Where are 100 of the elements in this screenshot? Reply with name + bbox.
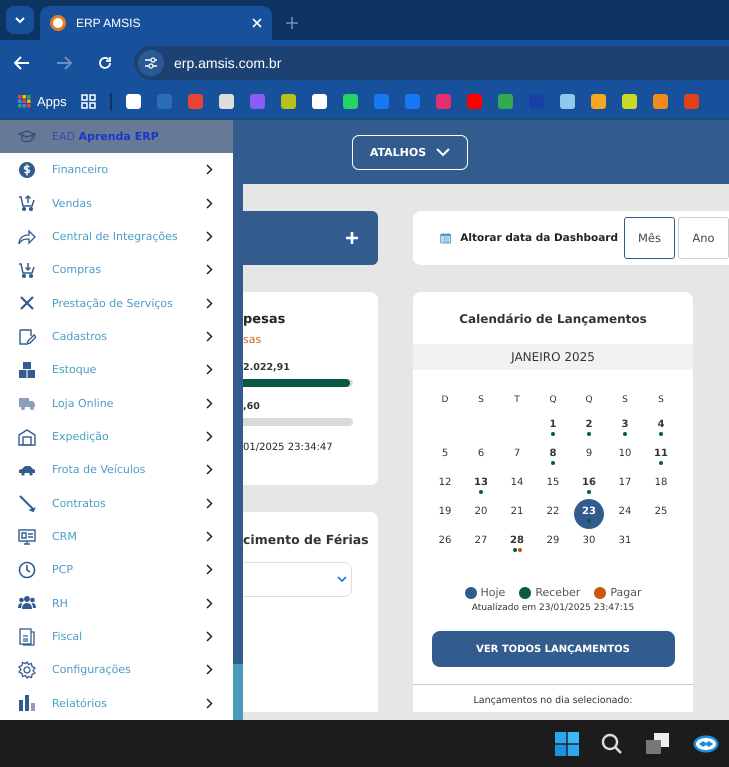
- back-icon[interactable]: [14, 56, 30, 70]
- weekday-label: Q: [548, 394, 558, 407]
- bookmark-icon[interactable]: [126, 94, 141, 109]
- calendar-day[interactable]: 21: [502, 499, 532, 529]
- close-icon[interactable]: [252, 18, 262, 28]
- address-bar[interactable]: erp.amsis.com.br: [134, 46, 729, 80]
- weekday-label: T: [513, 394, 521, 407]
- reload-icon[interactable]: [98, 56, 112, 70]
- apps-grid-icon: [18, 95, 31, 108]
- period-button[interactable]: Mês: [624, 217, 675, 259]
- bookmark-icon[interactable]: [280, 94, 296, 109]
- calendar-day[interactable]: 8: [538, 441, 568, 471]
- calendar-day[interactable]: 7: [502, 441, 532, 471]
- chevron-right-icon: [206, 364, 213, 376]
- calendar-day[interactable]: 14: [502, 470, 532, 500]
- calendar-day[interactable]: 17: [610, 470, 640, 500]
- windows-start-icon[interactable]: [555, 732, 579, 756]
- weekday-label: S: [621, 394, 629, 407]
- card-title: Calendário de Lançamentos: [459, 312, 647, 326]
- calendar-day[interactable]: 22: [538, 499, 568, 529]
- tab-groups-icon[interactable]: [80, 94, 96, 109]
- handshake-icon[interactable]: [693, 734, 719, 752]
- task-view-icon[interactable]: [645, 732, 671, 754]
- site-logo-icon: [50, 15, 66, 31]
- section-heading: Lançamentos no dia selecionado:: [413, 684, 693, 706]
- calendar-day[interactable]: 12: [430, 470, 460, 500]
- view-all-button[interactable]: VER TODOS LANÇAMENTOS: [432, 631, 674, 667]
- edit-icon: [18, 328, 36, 346]
- calendar-day[interactable]: 4: [646, 412, 676, 442]
- legend-label: Hoje: [480, 586, 506, 599]
- bookmark-icon[interactable]: [218, 94, 234, 109]
- calendar-day[interactable]: 19: [430, 499, 460, 529]
- legend-label: Pagar: [610, 586, 642, 599]
- calendar-day[interactable]: 1: [538, 412, 568, 442]
- forward-icon[interactable]: [56, 56, 72, 70]
- search-icon[interactable]: [601, 732, 623, 754]
- calendar-day[interactable]: 9: [574, 441, 604, 471]
- chevron-right-icon: [206, 264, 213, 276]
- bars-icon: [18, 694, 36, 712]
- site-settings-icon[interactable]: [138, 50, 164, 76]
- calendar-day[interactable]: 31: [610, 528, 640, 558]
- scrollbar-thumb[interactable]: [233, 664, 243, 720]
- amount-text: 2.022,91: [243, 362, 290, 373]
- weekday-label: S: [477, 394, 485, 407]
- chevron-right-icon: [206, 398, 213, 409]
- calendar-day[interactable]: 25: [646, 499, 676, 529]
- apps-bookmark[interactable]: Apps: [18, 94, 67, 109]
- calendar-day[interactable]: 27: [466, 528, 496, 558]
- calendar-day[interactable]: 30: [574, 528, 604, 558]
- bookmark-icon[interactable]: [590, 94, 606, 109]
- chevron-right-icon: [206, 664, 213, 676]
- chevron-right-icon: [206, 631, 213, 642]
- chevron-right-icon: [206, 231, 213, 242]
- bookmark-icon[interactable]: [622, 94, 637, 109]
- bookmark-icon[interactable]: [652, 94, 668, 109]
- period-button[interactable]: Ano: [678, 217, 729, 259]
- gear-icon: [18, 660, 36, 679]
- bookmark-icon[interactable]: [560, 94, 575, 109]
- chevron-right-icon: [206, 698, 213, 709]
- calendar-day[interactable]: 13: [466, 470, 496, 500]
- calendar-day[interactable]: 16: [574, 470, 604, 500]
- browser-tab[interactable]: ERP AMSIS: [40, 6, 272, 40]
- updated-text: Atualizado em 23/01/2025 23:47:15: [472, 603, 634, 613]
- shortcuts-button[interactable]: ATALHOS: [352, 134, 468, 170]
- new-tab-icon[interactable]: [286, 17, 298, 29]
- calendar-day[interactable]: 10: [610, 441, 640, 471]
- calendar-day[interactable]: 3: [610, 412, 640, 442]
- caret-icon: [14, 16, 26, 24]
- bookmark-icon[interactable]: [342, 94, 358, 109]
- tab-list-button[interactable]: [6, 6, 34, 34]
- calendar-day[interactable]: 29: [538, 528, 568, 558]
- boxes-icon: [18, 360, 36, 379]
- month-label: JANEIRO 2025: [413, 344, 693, 370]
- share-icon: [18, 228, 36, 246]
- bookmark-icon[interactable]: [312, 94, 327, 109]
- weekday-label: Q: [584, 394, 594, 407]
- calendar-day[interactable]: 15: [538, 470, 568, 500]
- calendar-day[interactable]: 18: [646, 470, 676, 500]
- card-subtitle: sas: [243, 333, 262, 346]
- doc-icon: [18, 628, 36, 646]
- calendar-day[interactable]: 26: [430, 528, 460, 558]
- calendar-day[interactable]: 20: [466, 499, 496, 529]
- calendar-day[interactable]: 24: [610, 499, 640, 529]
- chevron-right-icon: [206, 198, 213, 209]
- calendar-day[interactable]: 5: [430, 441, 460, 471]
- chevron-down-icon: [337, 576, 347, 583]
- plus-icon[interactable]: [346, 232, 358, 244]
- card-title: cimento de Férias: [243, 532, 369, 547]
- clock-icon: [18, 560, 36, 579]
- calendar-day[interactable]: 11: [646, 441, 676, 471]
- calendar-day[interactable]: 28: [502, 528, 532, 558]
- dollar-icon: [18, 160, 36, 179]
- calendar-day[interactable]: 23: [574, 499, 604, 529]
- chevron-right-icon: [206, 598, 213, 609]
- house-icon: [18, 428, 36, 446]
- chevron-right-icon: [206, 331, 213, 342]
- card-title: pesas: [243, 312, 286, 327]
- chevron-right-icon: [206, 564, 213, 576]
- calendar-day[interactable]: 2: [574, 412, 604, 442]
- calendar-day[interactable]: 6: [466, 441, 496, 471]
